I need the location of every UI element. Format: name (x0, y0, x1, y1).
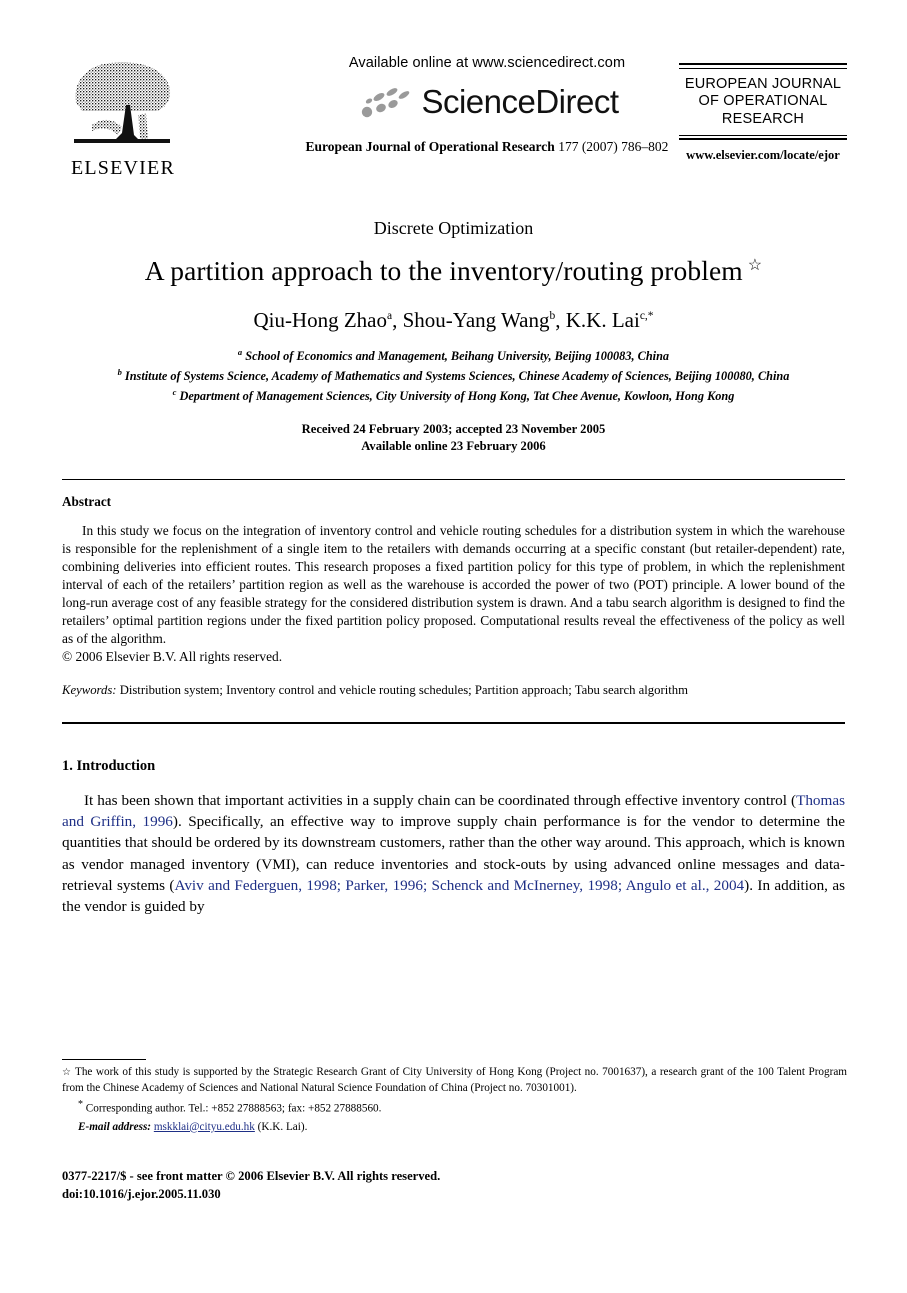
keywords-label: Keywords: (62, 682, 117, 697)
introduction-paragraph: It has been shown that important activit… (62, 790, 845, 918)
available-online-line: Available online 23 February 2006 (361, 438, 546, 453)
publication-dates: Received 24 February 2003; accepted 23 N… (62, 421, 845, 455)
section-heading-introduction: 1. Introduction (62, 757, 156, 774)
affiliation-mark: b (117, 366, 122, 377)
keywords: Keywords: Distribution system; Inventory… (62, 683, 845, 698)
available-online-text: Available online at www.sciencedirect.co… (348, 55, 626, 71)
elsevier-logo: ELSEVIER (62, 55, 184, 180)
issn-front-matter-line: 0377-2217/$ - see front matter © 2006 El… (62, 1169, 441, 1183)
journal-box-bottom-rule (679, 134, 847, 141)
affiliation-item: c Department of Management Sciences, Cit… (62, 386, 845, 406)
paragraph-text: It has been shown that important activit… (84, 791, 797, 809)
sciencedirect-logo: ScienceDirect (262, 79, 712, 125)
author-affil-mark: a (387, 310, 393, 323)
journal-citation-line: European Journal of Operational Research… (262, 139, 712, 155)
author-name: Qiu-Hong Zhao (253, 308, 387, 333)
footnote-email: E-mail address: mskklai@cityu.edu.hk (K.… (62, 1120, 847, 1136)
author-affil-mark: b (549, 310, 556, 323)
journal-volume-pages: 177 (2007) 786–802 (558, 139, 669, 154)
affiliation-item: a School of Economics and Management, Be… (62, 346, 845, 366)
email-link[interactable]: mskklai@cityu.edu.hk (154, 1121, 255, 1133)
footnote-funding: ☆ The work of this study is supported by… (62, 1065, 847, 1096)
author-name: K.K. Lai (565, 308, 640, 333)
elsevier-wordmark: ELSEVIER (70, 157, 176, 179)
footnote-corresponding-author: * Corresponding author. Tel.: +852 27888… (62, 1098, 847, 1117)
journal-box-url[interactable]: www.elsevier.com/locate/ejor (679, 148, 847, 163)
affiliation-mark: a (237, 347, 243, 358)
affiliation-mark: c (172, 386, 177, 397)
footnote-separator-rule (62, 1059, 146, 1060)
received-accepted-line: Received 24 February 2003; accepted 23 N… (301, 421, 606, 436)
affiliation-text: Institute of Systems Science, Academy of… (124, 369, 790, 384)
sciencedirect-block: Available online at www.sciencedirect.co… (262, 55, 712, 155)
doi-line: doi:10.1016/j.ejor.2005.11.030 (62, 1187, 221, 1202)
title-block: Discrete Optimization A partition approa… (62, 218, 845, 917)
abstract-body: In this study we focus on the integratio… (62, 522, 845, 646)
article-first-page: ELSEVIER Available online at www.science… (0, 55, 907, 1293)
abstract-bottom-rule (62, 721, 845, 724)
author-list: Qiu-Hong Zhaoa, Shou-Yang Wangb, K.K. La… (253, 308, 654, 333)
footnote-funding-text: The work of this study is supported by t… (62, 1066, 847, 1094)
citation-link[interactable]: Aviv and Federguen, 1998; Parker, 1996; … (175, 877, 745, 894)
journal-cover-box: EUROPEAN JOURNAL OF OPERATIONAL RESEARCH… (679, 63, 847, 163)
abstract-copyright: © 2006 Elsevier B.V. All rights reserved… (62, 648, 283, 664)
page-title: A partition approach to the inventory/ro… (62, 255, 845, 287)
keywords-text: Distribution system; Inventory control a… (119, 682, 688, 697)
footnote-corresponding-text: Corresponding author. Tel.: +852 2788856… (85, 1103, 382, 1116)
affiliation-text: School of Economics and Management, Beih… (245, 349, 670, 364)
email-owner: (K.K. Lai). (257, 1120, 308, 1133)
affiliation-text: Department of Management Sciences, City … (179, 388, 735, 403)
sciencedirect-swoosh-icon (355, 82, 417, 122)
author-affil-mark: c,* (639, 310, 654, 323)
footnotes-block: ☆ The work of this study is supported by… (62, 1059, 847, 1135)
journal-box-title: EUROPEAN JOURNAL OF OPERATIONAL RESEARCH (684, 75, 842, 127)
journal-name: European Journal of Operational Research (305, 139, 555, 154)
footnote-asterisk-mark: * (78, 1099, 83, 1111)
author-name: Shou-Yang Wang (402, 308, 550, 333)
footer-issn-block: 0377-2217/$ - see front matter © 2006 El… (62, 1167, 440, 1204)
abstract-top-rule (62, 478, 845, 480)
title-footnote-mark[interactable]: ☆ (748, 257, 762, 274)
footnote-star-mark: ☆ (62, 1067, 72, 1078)
abstract-heading: Abstract (62, 493, 112, 509)
elsevier-tree-logo-icon (68, 55, 178, 155)
section-label: Discrete Optimization (373, 218, 534, 238)
affiliation-item: b Institute of Systems Science, Academy … (62, 366, 845, 386)
sciencedirect-wordmark: ScienceDirect (421, 83, 619, 120)
masthead: ELSEVIER Available online at www.science… (62, 55, 847, 200)
paper-title-text: A partition approach to the inventory/ro… (144, 255, 743, 287)
affiliation-list: a School of Economics and Management, Be… (62, 346, 845, 405)
email-address-label: E-mail address: (78, 1120, 152, 1133)
